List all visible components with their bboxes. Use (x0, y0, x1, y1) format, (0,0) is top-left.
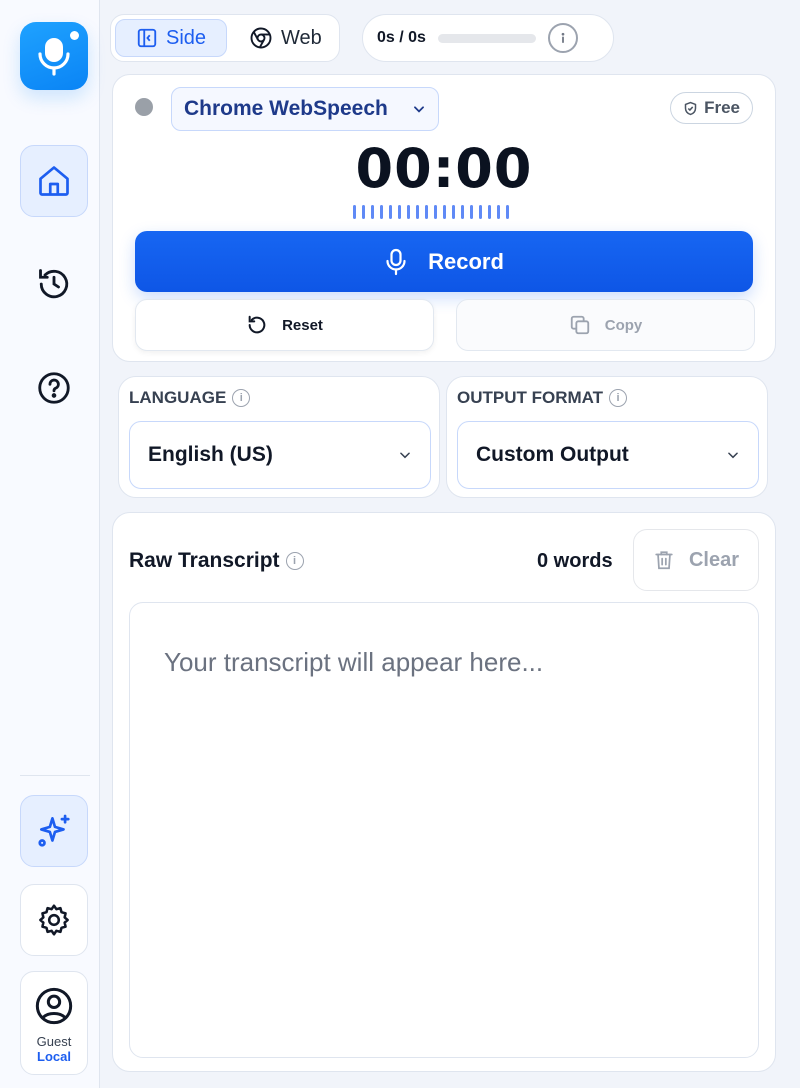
language-label: LANGUAGE (129, 388, 227, 407)
output-format-label: OUTPUT FORMAT (457, 388, 604, 407)
reset-button-label: Reset (282, 316, 323, 334)
copy-button-label: Copy (604, 316, 643, 334)
waveform-bar (488, 205, 491, 219)
sidebar-panel-icon (137, 28, 157, 48)
gear-icon (39, 904, 69, 936)
history-icon (39, 269, 69, 299)
view-mode-toggle: Side Web (110, 14, 340, 62)
account-mode: Local (37, 1049, 71, 1064)
toggle-web[interactable]: Web (229, 19, 342, 57)
waveform-bar (434, 205, 437, 219)
chevron-down-icon (728, 452, 738, 459)
waveform-bar (479, 205, 482, 219)
waveform-bar (425, 205, 428, 219)
chrome-icon (250, 27, 272, 49)
transcript-textarea[interactable] (129, 602, 759, 1058)
waveform-bar (470, 205, 473, 219)
reset-icon (248, 315, 266, 334)
toggle-side[interactable]: Side (115, 19, 228, 57)
user-icon (35, 987, 73, 1025)
waveform-bar (353, 205, 356, 219)
home-icon (39, 166, 69, 196)
language-select-value: English (US) (148, 443, 273, 466)
usage-progress-bar (437, 33, 536, 43)
sparkles-icon (38, 814, 70, 847)
plan-badge: Free (670, 92, 753, 124)
language-label-row: LANGUAGE i (129, 388, 251, 408)
help-icon (38, 372, 70, 404)
waveform-bar (443, 205, 446, 219)
waveform-bar (416, 205, 419, 219)
toggle-web-label: Web (281, 26, 322, 49)
output-format-select-value: Custom Output (476, 443, 629, 466)
copy-icon (570, 315, 589, 335)
plan-badge-label: Free (704, 98, 740, 117)
usage-timer: 0s / 0s (362, 14, 614, 62)
language-select[interactable]: English (US) (129, 421, 431, 489)
recorder-card: Chrome WebSpeech Free 00:00 Record Reset… (112, 74, 776, 362)
sidebar-item-history[interactable] (20, 248, 88, 320)
word-count: 0 words (537, 550, 613, 572)
info-icon[interactable]: i (232, 389, 251, 407)
shield-check-icon (684, 101, 697, 115)
app-logo (20, 22, 88, 90)
output-format-card: OUTPUT FORMAT i Custom Output (446, 376, 768, 498)
usage-timer-text: 0s / 0s (377, 29, 426, 46)
record-button[interactable]: Record (135, 231, 753, 292)
chevron-down-icon (414, 106, 424, 113)
info-icon (561, 32, 565, 43)
waveform-bar (380, 205, 383, 219)
sidebar-item-ai[interactable] (20, 795, 88, 867)
logo-dot (70, 31, 79, 40)
output-format-select[interactable]: Custom Output (457, 421, 759, 489)
recording-clock: 00:00 (355, 137, 533, 200)
sidebar: Guest Local (0, 0, 100, 1088)
sidebar-item-settings[interactable] (20, 884, 88, 956)
microphone-logo-icon (38, 38, 70, 76)
status-dot (135, 98, 153, 116)
reset-button[interactable]: Reset (135, 299, 434, 351)
engine-select-value: Chrome WebSpeech (184, 97, 388, 120)
language-card: LANGUAGE i English (US) (118, 376, 440, 498)
sidebar-item-home[interactable] (20, 145, 88, 217)
output-format-label-row: OUTPUT FORMAT i (457, 388, 628, 408)
audio-waveform (353, 205, 509, 219)
clear-button-label: Clear (688, 548, 740, 571)
waveform-bar (452, 205, 455, 219)
waveform-bar (371, 205, 374, 219)
waveform-bar (506, 205, 509, 219)
sidebar-divider (20, 775, 90, 776)
engine-select[interactable]: Chrome WebSpeech (171, 87, 439, 131)
transcript-card: Raw Transcript i 0 words Clear (112, 512, 776, 1072)
chevron-down-icon (400, 452, 410, 459)
waveform-bar (407, 205, 410, 219)
waveform-bar (497, 205, 500, 219)
sidebar-item-help[interactable] (20, 352, 88, 424)
clear-button[interactable]: Clear (633, 529, 759, 591)
sidebar-item-account[interactable]: Guest Local (20, 971, 88, 1075)
toggle-side-label: Side (166, 26, 207, 49)
usage-info-button[interactable] (547, 23, 578, 53)
microphone-icon (386, 248, 406, 275)
transcript-title-row: Raw Transcript i (129, 549, 304, 573)
transcript-title: Raw Transcript (129, 549, 280, 572)
account-name: Guest (36, 1034, 72, 1049)
waveform-bar (461, 205, 464, 219)
trash-icon (655, 551, 673, 570)
copy-button[interactable]: Copy (456, 299, 755, 351)
waveform-bar (389, 205, 392, 219)
waveform-bar (398, 205, 401, 219)
waveform-bar (362, 205, 365, 219)
info-icon[interactable]: i (285, 552, 304, 570)
info-icon[interactable]: i (609, 389, 628, 407)
record-button-label: Record (428, 248, 504, 274)
